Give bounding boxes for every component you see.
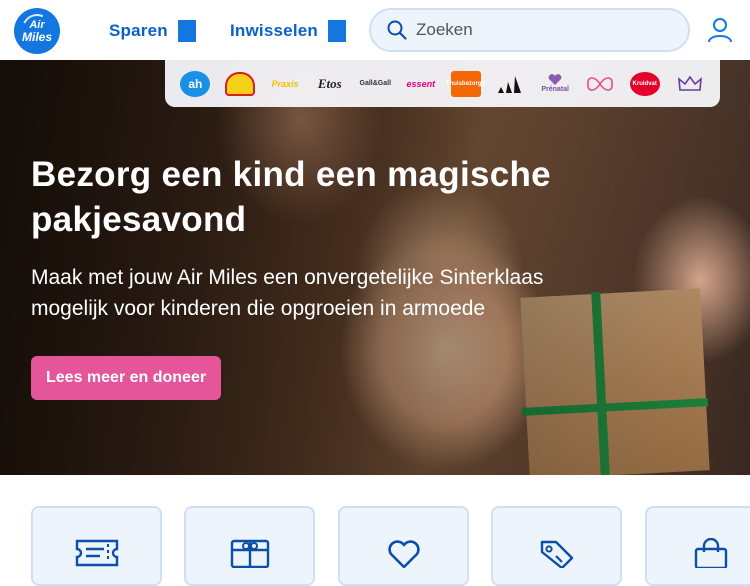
partner-logo-essent[interactable]: essent bbox=[406, 69, 436, 99]
nav-item-label[interactable]: Inwisselen bbox=[230, 21, 318, 41]
partner-logo-praxis[interactable]: Praxis bbox=[270, 69, 300, 99]
partner-logo-gall-gall[interactable]: Gall&Gall bbox=[360, 69, 392, 99]
partner-logo-albert-heijn[interactable]: ah bbox=[180, 70, 211, 97]
partner-logo-prenatal[interactable]: Prénatal bbox=[540, 69, 570, 99]
category-cards-row bbox=[0, 475, 750, 586]
hero-banner: Bezorg een kind een magische pakjesavond… bbox=[0, 60, 750, 475]
air-miles-logo[interactable]: Air Miles bbox=[14, 8, 60, 54]
top-navigation-bar: Air Miles Sparen Inwisselen bbox=[0, 0, 750, 60]
nav-item-sparen[interactable]: Sparen bbox=[109, 18, 196, 44]
tag-icon bbox=[540, 540, 573, 568]
partner-logo-crown[interactable] bbox=[675, 74, 705, 94]
read-more-donate-button[interactable]: Lees meer en doneer bbox=[31, 356, 222, 400]
partner-logo-hunkemoller[interactable] bbox=[585, 74, 615, 94]
partner-logo-etos[interactable]: Etos bbox=[315, 69, 345, 99]
category-card-tickets[interactable] bbox=[31, 506, 162, 586]
heart-icon bbox=[548, 74, 562, 85]
category-card-gift-cards[interactable] bbox=[184, 506, 315, 586]
search-icon bbox=[387, 20, 407, 40]
partner-name: Prénatal bbox=[541, 86, 569, 93]
user-account-icon[interactable] bbox=[706, 16, 734, 44]
category-card-discounts[interactable] bbox=[491, 506, 622, 586]
menu-icon[interactable] bbox=[177, 20, 196, 42]
nav-item-label[interactable]: Sparen bbox=[109, 21, 168, 41]
category-card-shopping[interactable] bbox=[645, 506, 750, 586]
partner-logo-thuisbezorgd[interactable]: Thuisbezorgd bbox=[446, 70, 485, 97]
hero-title: Bezorg een kind een magische pakjesavond bbox=[31, 155, 551, 239]
partner-logo-strip: ah Praxis Etos Gall&Gall essent Thuisbez… bbox=[165, 60, 720, 107]
ticket-icon bbox=[75, 539, 118, 567]
shopping-bag-icon bbox=[694, 538, 727, 568]
partner-logo-adidas[interactable] bbox=[495, 73, 525, 95]
partner-logo-shell[interactable] bbox=[225, 71, 256, 96]
category-card-charity[interactable] bbox=[338, 506, 469, 586]
menu-icon[interactable] bbox=[327, 20, 346, 42]
search-input[interactable] bbox=[416, 20, 656, 40]
hero-subtitle: Maak met jouw Air Miles een onvergetelij… bbox=[31, 266, 544, 320]
gift-card-icon bbox=[230, 539, 269, 568]
partner-logo-kruidvat[interactable]: Kruidvat bbox=[629, 71, 660, 96]
search-bar[interactable] bbox=[369, 8, 690, 52]
nav-item-inwisselen[interactable]: Inwisselen bbox=[230, 18, 346, 44]
heart-icon bbox=[387, 540, 420, 568]
